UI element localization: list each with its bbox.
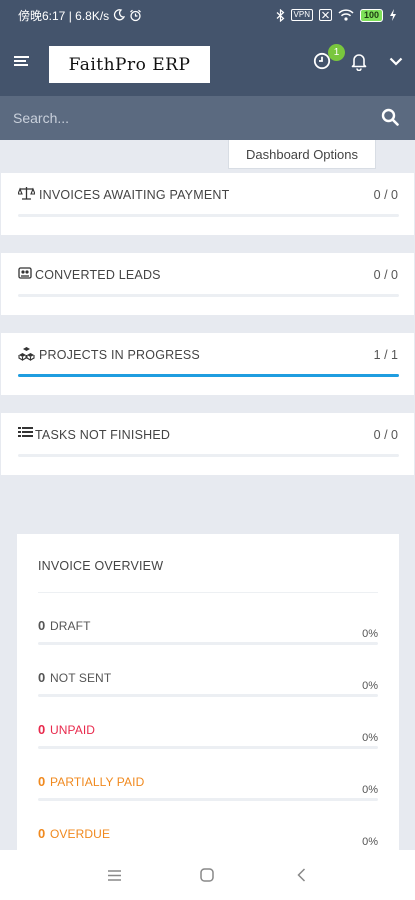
invoice-status-label: UNPAID [50, 723, 96, 737]
search-bar [0, 96, 415, 140]
no-sim-icon [318, 9, 332, 21]
cubes-icon [18, 347, 35, 361]
invoice-status-row-unpaid[interactable]: 0 UNPAID 0% [38, 722, 378, 774]
home-nav-icon[interactable] [200, 868, 214, 882]
vpn-icon: VPN [290, 9, 313, 21]
search-icon[interactable] [381, 108, 399, 126]
wifi-icon [338, 9, 354, 21]
dashboard-options-button[interactable]: Dashboard Options [228, 140, 376, 169]
status-time: 傍晚6:17 | 6.8K/s [18, 8, 110, 23]
stat-label: CONVERTED LEADS [35, 268, 161, 282]
invoice-overview-panel: INVOICE OVERVIEW 0 DRAFT 0% 0 NOT SENT 0… [17, 534, 399, 864]
progress-track [18, 214, 399, 217]
invoice-count: 0 [38, 618, 46, 633]
progress-track [18, 294, 399, 297]
stat-card-projects[interactable]: PROJECTS IN PROGRESS 1 / 1 [1, 333, 414, 395]
search-input[interactable] [0, 96, 360, 140]
invoice-percent: 0% [362, 628, 378, 640]
battery-icon: 100 [359, 8, 383, 22]
invoice-status-row-not-sent[interactable]: 0 NOT SENT 0% [38, 670, 378, 722]
progress-track [38, 746, 378, 749]
invoice-overview-title: INVOICE OVERVIEW [38, 559, 164, 573]
invoice-status-label: PARTIALLY PAID [50, 775, 145, 789]
bluetooth-icon [276, 8, 284, 22]
status-bar: 傍晚6:17 | 6.8K/s VPN 100 [0, 0, 415, 30]
progress-track [38, 694, 378, 697]
chevron-down-icon[interactable] [389, 57, 403, 66]
invoice-status-label: OVERDUE [50, 827, 111, 841]
invoice-count: 0 [38, 670, 46, 685]
stat-card-invoices[interactable]: INVOICES AWAITING PAYMENT 0 / 0 [1, 173, 414, 235]
invoice-percent: 0% [362, 836, 378, 848]
divider [38, 592, 378, 593]
invoice-status-row-partially-paid[interactable]: 0 PARTIALLY PAID 0% [38, 774, 378, 826]
stat-label: TASKS NOT FINISHED [35, 428, 171, 442]
progress-track [38, 798, 378, 801]
stat-value: 0 / 0 [373, 188, 398, 202]
back-nav-icon[interactable] [297, 868, 306, 882]
stat-card-converted-leads[interactable]: CONVERTED LEADS 0 / 0 [1, 253, 414, 315]
stat-label: PROJECTS IN PROGRESS [39, 348, 200, 362]
progress-track [38, 642, 378, 645]
tasks-icon [18, 427, 33, 437]
stat-card-tasks[interactable]: TASKS NOT FINISHED 0 / 0 [1, 413, 414, 475]
progress-track [18, 454, 399, 457]
invoice-percent: 0% [362, 732, 378, 744]
app-header: FaithPro ERP 1 [0, 30, 415, 96]
invoice-count: 0 [38, 826, 46, 841]
progress-track [18, 374, 399, 377]
progress-fill [18, 374, 399, 377]
moon-icon [114, 9, 126, 21]
app-logo[interactable]: FaithPro ERP [49, 46, 210, 83]
invoice-status-label: DRAFT [50, 619, 91, 633]
stat-value: 0 / 0 [373, 428, 398, 442]
stat-value: 0 / 0 [373, 268, 398, 282]
bell-icon[interactable] [350, 52, 368, 71]
invoice-count: 0 [38, 774, 46, 789]
notification-badge: 1 [328, 44, 345, 61]
stat-label: INVOICES AWAITING PAYMENT [39, 188, 230, 202]
hamburger-icon[interactable] [14, 56, 29, 68]
charging-icon [390, 9, 396, 21]
invoice-percent: 0% [362, 680, 378, 692]
converted-leads-icon [18, 267, 32, 279]
menu-nav-icon[interactable] [108, 870, 121, 881]
invoice-count: 0 [38, 722, 46, 737]
alarm-icon [130, 9, 142, 21]
stat-value: 1 / 1 [373, 348, 398, 362]
invoice-status-label: NOT SENT [50, 671, 112, 685]
system-nav-bar [0, 850, 415, 900]
invoice-percent: 0% [362, 784, 378, 796]
invoice-status-row-draft[interactable]: 0 DRAFT 0% [38, 618, 378, 670]
balance-scale-icon [18, 187, 35, 200]
